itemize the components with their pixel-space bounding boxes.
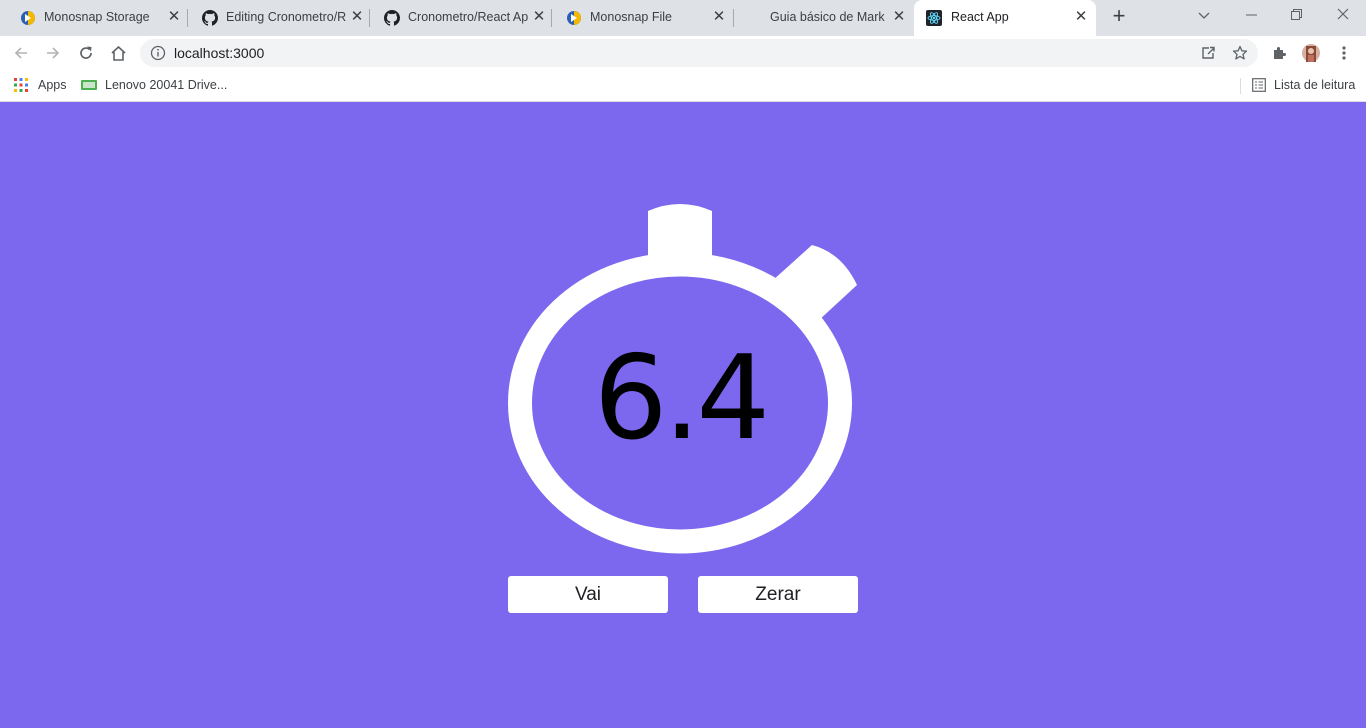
- bookmark-label: Lenovo 20041 Drive...: [105, 78, 228, 92]
- tab-guia-markdown[interactable]: Guia básico de Markd ✕: [734, 0, 914, 34]
- tab-monosnap-storage[interactable]: Monosnap Storage ✕: [0, 0, 188, 34]
- bookmark-lenovo[interactable]: Lenovo 20041 Drive...: [81, 77, 227, 93]
- bookmark-apps[interactable]: Apps: [14, 77, 67, 93]
- monosnap-icon: [21, 11, 35, 25]
- profile-avatar[interactable]: [1300, 42, 1322, 64]
- github-icon: [384, 10, 400, 26]
- app-page: 6.4 Vai Zerar: [0, 103, 1366, 728]
- tab-react-app[interactable]: React App ✕: [914, 0, 1096, 36]
- home-icon[interactable]: [107, 42, 129, 64]
- apps-grid-icon: [14, 78, 28, 92]
- timer-display: 6.4: [593, 331, 770, 466]
- bookmark-star-icon[interactable]: [1229, 42, 1251, 64]
- tab-editing-cronometro[interactable]: Editing Cronometro/R ✕: [188, 0, 370, 34]
- address-bar[interactable]: localhost:3000: [140, 39, 1258, 67]
- forward-icon[interactable]: [42, 42, 64, 64]
- close-tab-icon[interactable]: ✕: [1073, 9, 1089, 25]
- minimize-icon[interactable]: [1241, 6, 1261, 26]
- reload-icon[interactable]: [75, 42, 97, 64]
- more-menu-icon[interactable]: [1333, 42, 1355, 64]
- extensions-icon[interactable]: [1268, 42, 1290, 64]
- bookmarks-divider: [1240, 78, 1241, 94]
- restore-icon[interactable]: [1286, 6, 1306, 26]
- browser-toolbar: localhost:3000: [0, 36, 1366, 70]
- close-window-icon[interactable]: [1333, 6, 1353, 26]
- github-icon: [202, 10, 218, 26]
- lenovo-icon: [81, 80, 97, 90]
- react-icon: [926, 10, 942, 26]
- close-tab-icon[interactable]: ✕: [166, 9, 182, 25]
- close-tab-icon[interactable]: ✕: [711, 9, 727, 25]
- start-button[interactable]: Vai: [508, 576, 668, 613]
- monosnap-icon: [567, 11, 581, 25]
- tab-search-icon[interactable]: [1194, 6, 1214, 26]
- reading-list-button[interactable]: Lista de leitura: [1252, 77, 1355, 93]
- url-text: localhost:3000: [174, 45, 265, 61]
- close-tab-icon[interactable]: ✕: [891, 9, 907, 25]
- reading-list-icon: [1252, 78, 1266, 92]
- tab-strip: Monosnap Storage ✕ Editing Cronometro/R …: [0, 0, 1366, 36]
- share-icon[interactable]: [1197, 42, 1219, 64]
- back-icon[interactable]: [10, 42, 32, 64]
- tab-title: Guia básico de Markd: [770, 10, 885, 24]
- new-tab-button[interactable]: +: [1109, 5, 1129, 27]
- bookmarks-bar: Apps Lenovo 20041 Drive... Lista de leit…: [0, 70, 1366, 102]
- tab-title: Monosnap File: [590, 10, 672, 24]
- bookmark-label: Apps: [38, 78, 67, 92]
- tab-title: Cronometro/React Ap: [408, 10, 528, 24]
- tab-monosnap-file[interactable]: Monosnap File ✕: [552, 0, 734, 34]
- stopwatch-crown: [648, 204, 712, 257]
- tab-title: React App: [951, 10, 1009, 24]
- reading-list-label: Lista de leitura: [1274, 78, 1356, 92]
- tab-title: Editing Cronometro/R: [226, 10, 346, 24]
- close-tab-icon[interactable]: ✕: [349, 9, 365, 25]
- close-tab-icon[interactable]: ✕: [531, 9, 547, 25]
- site-info-icon[interactable]: [150, 45, 166, 61]
- tab-cronometro-react[interactable]: Cronometro/React Ap ✕: [370, 0, 552, 34]
- reset-button[interactable]: Zerar: [698, 576, 858, 613]
- tab-title: Monosnap Storage: [44, 10, 150, 24]
